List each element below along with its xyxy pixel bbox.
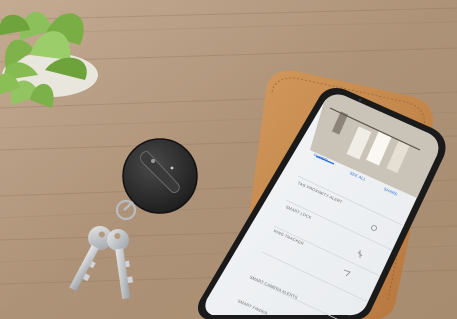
scene-artwork [0,0,457,319]
photo-scene: FLOOR SEE ALL SHARE TAG PROXIMITY ALERT … [0,0,457,319]
bluetooth-tracker-keyfob [122,138,198,214]
